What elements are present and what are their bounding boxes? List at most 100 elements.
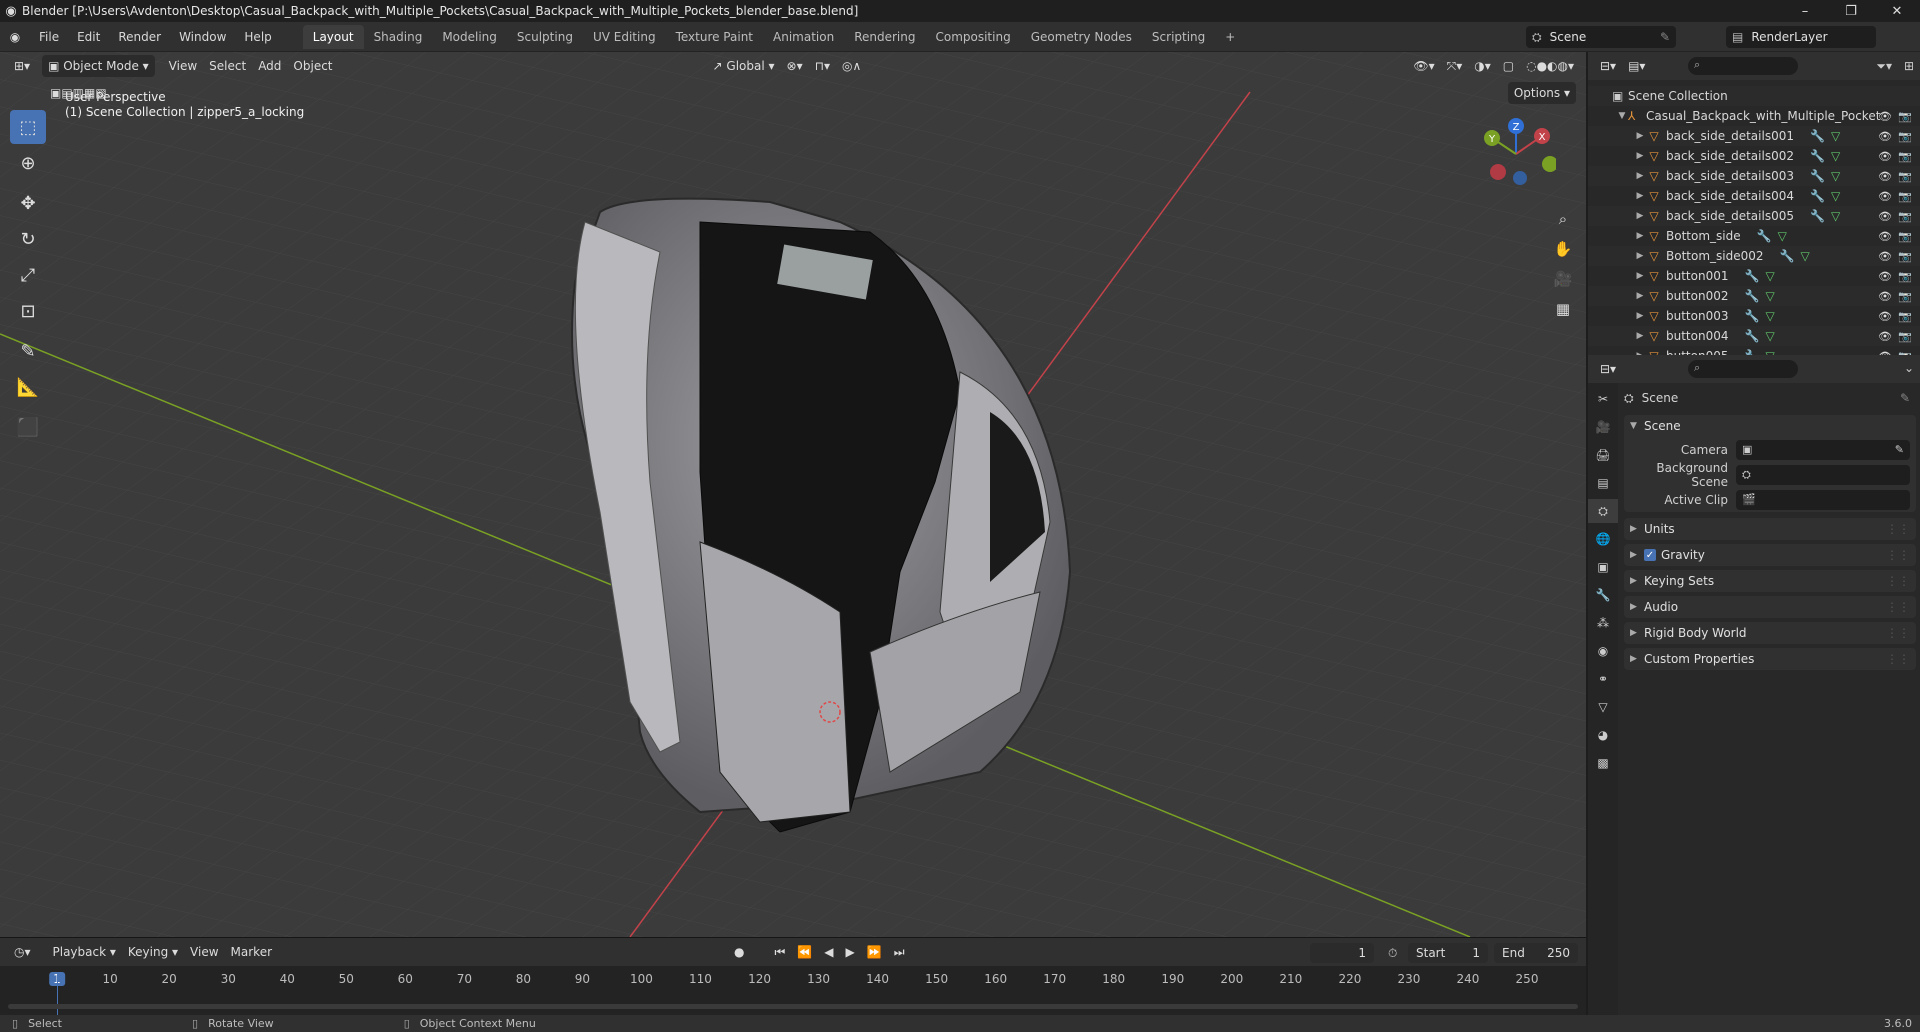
- view-layer-selector[interactable]: ▤ RenderLayer: [1726, 26, 1876, 48]
- expanded-triangle-icon[interactable]: ▼: [1616, 111, 1628, 121]
- camera-icon[interactable]: 📷: [1898, 250, 1912, 263]
- ortho-grid-icon[interactable]: ▦: [1550, 296, 1576, 322]
- mesh-data-icon[interactable]: ▽: [1765, 329, 1774, 343]
- subpanel-header[interactable]: ▶ ✓ Gravity ⋮⋮: [1624, 544, 1916, 566]
- jump-start-icon[interactable]: ⏮: [769, 941, 792, 963]
- eye-icon[interactable]: 👁: [1878, 170, 1892, 183]
- modifier-wrench-icon[interactable]: 🔧: [1810, 189, 1825, 203]
- collapsed-triangle-icon[interactable]: ▶: [1634, 271, 1646, 281]
- outliner-item[interactable]: ▶ ▽ back_side_details001 🔧 ▽ 👁 📷: [1588, 126, 1920, 146]
- world-tab-icon[interactable]: 🌐: [1588, 527, 1618, 551]
- mesh-data-icon[interactable]: ▽: [1831, 209, 1840, 223]
- tab-layout[interactable]: Layout: [302, 24, 364, 49]
- options-dropdown[interactable]: Options ▾: [1507, 82, 1576, 104]
- tab-compositing[interactable]: Compositing: [925, 25, 1020, 49]
- record-icon[interactable]: ●: [728, 941, 750, 963]
- 3d-viewport[interactable]: ⊞▾ ▣ Object Mode ▾ View Select Add Objec…: [0, 52, 1586, 937]
- eye-icon[interactable]: 👁: [1878, 310, 1892, 323]
- eye-icon[interactable]: 👁: [1878, 330, 1892, 343]
- camera-icon[interactable]: 📷: [1898, 290, 1912, 303]
- collapsed-triangle-icon[interactable]: ▶: [1634, 151, 1646, 161]
- active-clip-field[interactable]: 🎬: [1736, 489, 1910, 510]
- modifier-wrench-icon[interactable]: 🔧: [1780, 249, 1795, 263]
- camera-icon[interactable]: 📷: [1898, 270, 1912, 283]
- camera-icon[interactable]: 📷: [1898, 230, 1912, 243]
- proportional-edit-icon[interactable]: ◎∧: [836, 55, 867, 77]
- eye-icon[interactable]: 👁: [1878, 110, 1892, 123]
- pin-icon[interactable]: ✎: [1660, 30, 1670, 44]
- chevron-down-icon[interactable]: ⌄: [1904, 361, 1914, 375]
- tab-rendering[interactable]: Rendering: [844, 25, 925, 49]
- particles-tab-icon[interactable]: ⁂: [1588, 611, 1618, 635]
- outliner-item[interactable]: ▶ ▽ back_side_details002 🔧 ▽ 👁 📷: [1588, 146, 1920, 166]
- camera-icon[interactable]: 📷: [1898, 170, 1912, 183]
- jump-end-icon[interactable]: ⏭: [888, 941, 911, 963]
- physics-tab-icon[interactable]: ◉: [1588, 639, 1618, 663]
- modifier-wrench-icon[interactable]: 🔧: [1744, 269, 1759, 283]
- pin-icon[interactable]: ✎: [1900, 391, 1910, 405]
- tab-sculpting[interactable]: Sculpting: [507, 25, 583, 49]
- zoom-icon[interactable]: ⌕: [1550, 206, 1576, 232]
- eye-icon[interactable]: 👁: [1878, 290, 1892, 303]
- menu-edit[interactable]: Edit: [68, 26, 109, 48]
- modifier-wrench-icon[interactable]: 🔧: [1810, 129, 1825, 143]
- current-frame-field[interactable]: 1: [1310, 943, 1374, 963]
- texture-tab-icon[interactable]: ▩: [1588, 751, 1618, 775]
- outliner-item[interactable]: ▶ ▽ back_side_details004 🔧 ▽ 👁 📷: [1588, 186, 1920, 206]
- subpanel-header[interactable]: ▶ Audio ⋮⋮: [1624, 596, 1916, 618]
- outliner-item[interactable]: ▶▽button005🔧▽👁📷: [1588, 346, 1920, 355]
- tab-geometry-nodes[interactable]: Geometry Nodes: [1021, 25, 1142, 49]
- drag-handle-icon[interactable]: ⋮⋮: [1886, 652, 1910, 666]
- timeline-menu-view[interactable]: View: [184, 941, 224, 963]
- properties-editor-type-icon[interactable]: ⊟▾: [1594, 358, 1622, 380]
- collapsed-triangle-icon[interactable]: ▶: [1634, 331, 1646, 341]
- mesh-data-icon[interactable]: ▽: [1831, 169, 1840, 183]
- filter-icon[interactable]: ⏷▾: [1876, 59, 1892, 74]
- add-workspace-icon[interactable]: +: [1215, 25, 1245, 49]
- annotate-tool-icon[interactable]: ✎: [10, 334, 46, 368]
- outliner-item[interactable]: ▶ ▽ Bottom_side002 🔧 ▽ 👁 📷: [1588, 246, 1920, 266]
- mesh-data-icon[interactable]: ▽: [1765, 289, 1774, 303]
- collapsed-triangle-icon[interactable]: ▶: [1634, 291, 1646, 301]
- scene-collection-row[interactable]: ▣ Scene Collection: [1588, 86, 1920, 106]
- outliner-item[interactable]: ▶ ▽ button002 🔧 ▽ 👁 📷: [1588, 286, 1920, 306]
- timeline-menu-marker[interactable]: Marker: [225, 941, 278, 963]
- eye-icon[interactable]: 👁: [1878, 230, 1892, 243]
- new-collection-icon[interactable]: ⊞: [1904, 59, 1914, 73]
- properties-search-input[interactable]: ⌕: [1688, 360, 1798, 378]
- rotate-tool-icon[interactable]: ↻: [10, 222, 46, 256]
- mesh-data-icon[interactable]: ▽: [1765, 269, 1774, 283]
- outliner-item[interactable]: ▶ ▽ button004 🔧 ▽ 👁 📷: [1588, 326, 1920, 346]
- maximize-button[interactable]: ❐: [1828, 0, 1874, 22]
- editor-type-icon[interactable]: ⊞▾: [8, 55, 36, 77]
- shading-modes-icon[interactable]: ◌●◐◍▾: [1520, 55, 1580, 77]
- modifier-wrench-icon[interactable]: 🔧: [1810, 169, 1825, 183]
- timeline-scrollbar[interactable]: [8, 1004, 1578, 1009]
- minimize-button[interactable]: –: [1782, 0, 1828, 22]
- data-tab-icon[interactable]: ▽: [1588, 695, 1618, 719]
- outliner-item[interactable]: ▶ ▽ Bottom_side 🔧 ▽ 👁 📷: [1588, 226, 1920, 246]
- camera-icon[interactable]: 📷: [1898, 130, 1912, 143]
- tab-texture-paint[interactable]: Texture Paint: [666, 25, 763, 49]
- scene-panel-header[interactable]: ▼ Scene: [1624, 415, 1916, 437]
- scale-tool-icon[interactable]: ⤢: [10, 258, 46, 292]
- menu-render[interactable]: Render: [109, 26, 170, 48]
- timeline-menu-playback[interactable]: Playback ▾: [47, 941, 122, 963]
- end-frame-field[interactable]: End 250: [1494, 943, 1578, 963]
- drag-handle-icon[interactable]: ⋮⋮: [1886, 626, 1910, 640]
- modifier-wrench-icon[interactable]: 🔧: [1810, 149, 1825, 163]
- eye-icon[interactable]: 👁: [1878, 190, 1892, 203]
- modifier-wrench-icon[interactable]: 🔧: [1810, 209, 1825, 223]
- pivot-icon[interactable]: ⊗▾: [781, 55, 809, 77]
- scene-tab-icon[interactable]: ⛭: [1588, 499, 1618, 523]
- object-mode-dropdown[interactable]: ▣ Object Mode ▾: [42, 55, 155, 77]
- drag-handle-icon[interactable]: ⋮⋮: [1886, 548, 1910, 562]
- blender-menu-icon[interactable]: ◉: [0, 30, 30, 44]
- pan-hand-icon[interactable]: ✋: [1550, 236, 1576, 262]
- subpanel-header[interactable]: ▶ Rigid Body World ⋮⋮: [1624, 622, 1916, 644]
- timeline-editor[interactable]: ◷▾ Playback ▾ Keying ▾ View Marker ● ⏮ ⏪…: [0, 937, 1586, 1016]
- mesh-data-icon[interactable]: ▽: [1831, 149, 1840, 163]
- collapsed-triangle-icon[interactable]: ▶: [1634, 211, 1646, 221]
- viewport-menu-view[interactable]: View: [163, 55, 203, 77]
- camera-icon[interactable]: 📷: [1898, 110, 1912, 123]
